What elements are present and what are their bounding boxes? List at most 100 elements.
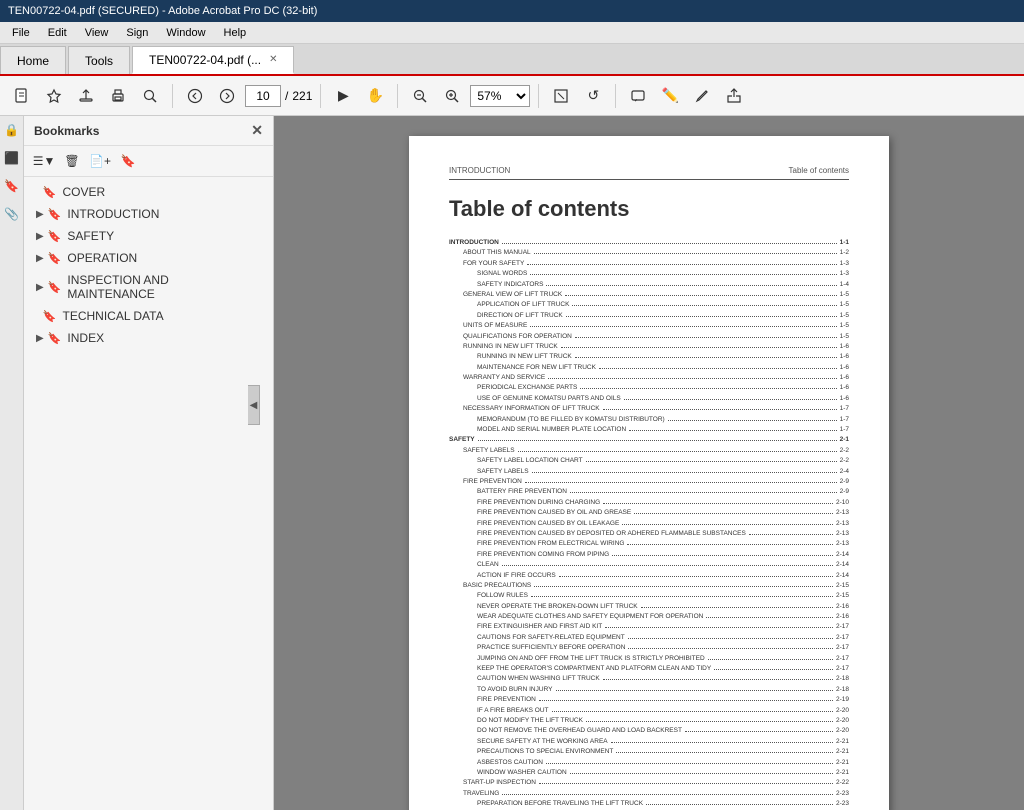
menu-file[interactable]: File <box>4 25 38 41</box>
toc-entry-dots <box>599 368 837 369</box>
toc-entry-label: KEEP THE OPERATOR'S COMPARTMENT AND PLAT… <box>449 664 711 674</box>
zoom-out-button[interactable] <box>406 82 434 110</box>
bookmark-delete-button[interactable]: 🗑 <box>60 150 84 172</box>
toc-entry-dots <box>539 700 833 701</box>
next-page-button[interactable] <box>213 82 241 110</box>
toc-entry: APPLICATION OF LIFT TRUCK1-5 <box>449 300 849 310</box>
toc-entry-page: 1-6 <box>840 373 849 383</box>
menu-edit[interactable]: Edit <box>40 25 75 41</box>
toc-entry-label: DO NOT REMOVE THE OVERHEAD GUARD AND LOA… <box>449 726 682 736</box>
rail-bookmark-icon[interactable]: 🔖 <box>2 176 22 196</box>
separator-3 <box>397 84 398 108</box>
pointer-tool-button[interactable]: ▶ <box>329 82 357 110</box>
toc-entry-page: 2-2 <box>840 456 849 466</box>
toc-entry-dots <box>586 721 833 722</box>
rail-attach-icon[interactable]: 📎 <box>2 204 22 224</box>
toc-entry-label: FIRE PREVENTION CAUSED BY OIL AND GREASE <box>449 508 631 518</box>
toc-entry-dots <box>612 555 833 556</box>
toc-entry-label: START-UP INSPECTION <box>449 778 536 788</box>
bookmark-index[interactable]: ▶ 🔖 INDEX <box>24 327 273 349</box>
pdf-view-area[interactable]: INTRODUCTION Table of contents Table of … <box>274 116 1024 810</box>
toc-entry-page: 2-23 <box>836 799 849 809</box>
bookmark-technical[interactable]: 🔖 TECHNICAL DATA <box>24 305 273 327</box>
fit-page-button[interactable] <box>547 82 575 110</box>
toc-entry-dots <box>575 337 837 338</box>
pen-button[interactable]: ✏️ <box>656 82 684 110</box>
toc-entry-dots <box>532 472 837 473</box>
toc-entry-page: 1-5 <box>840 311 849 321</box>
search-button[interactable] <box>136 82 164 110</box>
menu-bar: File Edit View Sign Window Help <box>0 22 1024 44</box>
page-input[interactable] <box>245 85 281 107</box>
sidebar-close-button[interactable]: ✕ <box>251 122 263 139</box>
share-button[interactable] <box>720 82 748 110</box>
bookmark-safety-label: SAFETY <box>67 229 114 243</box>
rotate-button[interactable]: ↺ <box>579 82 607 110</box>
toc-entry-dots <box>708 659 833 660</box>
bookmark-cover[interactable]: 🔖 COVER <box>24 181 273 203</box>
toc-entry-label: RUNNING IN NEW LIFT TRUCK <box>449 342 558 352</box>
toc-entry-dots <box>575 357 837 358</box>
tab-document[interactable]: TEN00722-04.pdf (... ✕ <box>132 46 294 74</box>
toc-entry-page: 1-6 <box>840 342 849 352</box>
toc-entry-page: 1-3 <box>840 269 849 279</box>
menu-sign[interactable]: Sign <box>118 25 156 41</box>
toc-entry-page: 1-7 <box>840 425 849 435</box>
bookmark-safety[interactable]: ▶ 🔖 SAFETY <box>24 225 273 247</box>
bookmark-technical-icon: 🔖 <box>43 310 57 323</box>
toc-entry-page: 2-15 <box>836 591 849 601</box>
bookmark-cover-icon: 🔖 <box>43 186 57 199</box>
toc-entry-dots <box>570 773 833 774</box>
bookmark-operation[interactable]: ▶ 🔖 OPERATION <box>24 247 273 269</box>
rail-pages-icon[interactable]: ⬛ <box>2 148 22 168</box>
bookmark-properties-button[interactable]: 🔖 <box>116 150 140 172</box>
edit-button[interactable] <box>688 82 716 110</box>
print-button[interactable] <box>104 82 132 110</box>
toc-entry-page: 1-5 <box>840 300 849 310</box>
tab-home[interactable]: Home <box>0 46 66 74</box>
toc-entry-dots <box>605 627 833 628</box>
toc-entry-label: UNITS OF MEASURE <box>449 321 527 331</box>
bookmark-index-icon: 🔖 <box>48 332 62 345</box>
menu-view[interactable]: View <box>77 25 117 41</box>
upload-button[interactable] <box>72 82 100 110</box>
toc-entry-label: WARRANTY AND SERVICE <box>449 373 545 383</box>
toc-entry-page: 2-20 <box>836 706 849 716</box>
toc-entry-page: 2-13 <box>836 539 849 549</box>
comment-button[interactable] <box>624 82 652 110</box>
toc-entry-dots <box>616 752 833 753</box>
bookmarks-panel: Bookmarks ✕ ☰▼ 🗑 📄+ 🔖 🔖 COVER ▶ 🔖 INTROD… <box>24 116 274 810</box>
menu-help[interactable]: Help <box>216 25 255 41</box>
prev-page-button[interactable] <box>181 82 209 110</box>
zoom-in-button[interactable] <box>438 82 466 110</box>
menu-window[interactable]: Window <box>158 25 213 41</box>
bookmark-inspection[interactable]: ▶ 🔖 INSPECTION ANDMAINTENANCE <box>24 269 273 305</box>
bookmark-add-button[interactable]: 📄+ <box>88 150 112 172</box>
new-file-button[interactable] <box>8 82 36 110</box>
toc-entry-label: SAFETY LABEL LOCATION CHART <box>449 456 583 466</box>
toc-entry-label: MEMORANDUM (TO BE FILLED BY KOMATSU DIST… <box>449 415 665 425</box>
page-header-left: INTRODUCTION <box>449 166 510 175</box>
tab-tools[interactable]: Tools <box>68 46 130 74</box>
toc-entry-dots <box>634 513 833 514</box>
bookmark-star-button[interactable] <box>40 82 68 110</box>
toc-entry-label: SAFETY LABELS <box>449 467 529 477</box>
hand-tool-button[interactable]: ✋ <box>361 82 389 110</box>
rail-lock-icon[interactable]: 🔒 <box>2 120 22 140</box>
zoom-select[interactable]: 57% 75% 100% 150% <box>470 85 530 107</box>
bookmark-operation-arrow: ▶ <box>36 253 44 264</box>
toc-entry-page: 1-2 <box>840 248 849 258</box>
tab-close-button[interactable]: ✕ <box>269 54 277 65</box>
bookmark-menu-button[interactable]: ☰▼ <box>32 150 56 172</box>
toc-entry-dots <box>603 409 837 410</box>
toc-entry: FIRE PREVENTION CAUSED BY OIL LEAKAGE2-1… <box>449 519 849 529</box>
toc-entry-label: IF A FIRE BREAKS OUT <box>449 706 549 716</box>
toc-entry: DO NOT REMOVE THE OVERHEAD GUARD AND LOA… <box>449 726 849 736</box>
toc-entry-page: 1-6 <box>840 352 849 362</box>
sidebar-collapse-handle[interactable]: ◀ <box>248 385 260 425</box>
bookmark-introduction[interactable]: ▶ 🔖 INTRODUCTION <box>24 203 273 225</box>
toc-entry: CAUTIONS FOR SAFETY-RELATED EQUIPMENT2-1… <box>449 633 849 643</box>
bookmark-cover-label: COVER <box>62 185 105 199</box>
toc-entry-dots <box>546 285 836 286</box>
toc-entry-dots <box>539 783 833 784</box>
